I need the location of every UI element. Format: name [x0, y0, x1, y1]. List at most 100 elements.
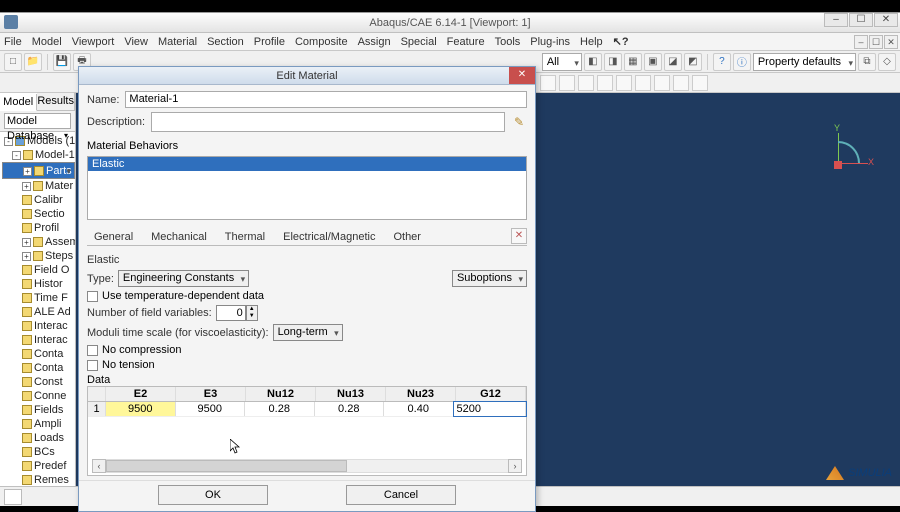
tree-node[interactable]: Conta [2, 347, 75, 361]
col-nu12[interactable]: Nu12 [246, 387, 316, 401]
save-button[interactable]: 💾 [53, 53, 71, 71]
name-input[interactable]: Material-1 [125, 91, 527, 108]
tree-node[interactable]: BCs [2, 445, 75, 459]
fit-icon[interactable] [616, 75, 632, 91]
tree-node[interactable]: ALE Ad [2, 305, 75, 319]
new-button[interactable]: □ [4, 53, 22, 71]
description-input[interactable] [151, 112, 505, 132]
tree-node[interactable]: Conne [2, 389, 75, 403]
spin-down-icon[interactable]: ▼ [247, 313, 257, 320]
delete-behavior-button[interactable]: ✕ [511, 228, 527, 244]
tool-icon[interactable]: ◪ [664, 53, 682, 71]
tool-icon[interactable]: ▣ [644, 53, 662, 71]
model-db-dropdown[interactable]: Model Database [4, 113, 71, 129]
cell-g12[interactable]: 5200 [454, 402, 527, 416]
view-icon[interactable] [692, 75, 708, 91]
tree-node[interactable]: Interac [2, 333, 75, 347]
minimize-button[interactable]: – [824, 13, 848, 27]
tree-node[interactable]: Field O [2, 263, 75, 277]
tree-node[interactable]: Conta [2, 361, 75, 375]
property-defaults-dropdown[interactable]: Property defaults [753, 53, 856, 71]
behaviors-list[interactable]: Elastic [87, 156, 527, 220]
tab-mechanical[interactable]: Mechanical [144, 228, 214, 245]
menu-material[interactable]: Material [158, 36, 197, 48]
cell-nu13[interactable]: 0.28 [315, 402, 385, 416]
dialog-titlebar[interactable]: Edit Material ✕ [79, 67, 535, 85]
scroll-track[interactable] [106, 459, 508, 473]
scroll-thumb[interactable] [106, 460, 347, 472]
cancel-button[interactable]: Cancel [346, 485, 456, 505]
tab-electrical[interactable]: Electrical/Magnetic [276, 228, 382, 245]
tab-thermal[interactable]: Thermal [218, 228, 272, 245]
edit-description-icon[interactable]: ✎ [511, 114, 527, 130]
pan-icon[interactable] [578, 75, 594, 91]
suboptions-button[interactable]: Suboptions [452, 270, 527, 287]
close-button[interactable]: ✕ [874, 13, 898, 27]
type-select[interactable]: Engineering Constants [118, 270, 249, 287]
tool-icon[interactable]: ◧ [584, 53, 602, 71]
tree-node[interactable]: Loads [2, 431, 75, 445]
tray-restore[interactable]: ☐ [869, 35, 883, 49]
cell-nu23[interactable]: 0.40 [384, 402, 454, 416]
tree-node[interactable]: Remes [2, 473, 75, 486]
menu-model[interactable]: Model [32, 36, 62, 48]
col-e2[interactable]: E2 [106, 387, 176, 401]
tree-node[interactable]: Time F [2, 291, 75, 305]
view-icon[interactable] [654, 75, 670, 91]
menu-profile[interactable]: Profile [254, 36, 285, 48]
maximize-button[interactable]: ☐ [849, 13, 873, 27]
menu-view[interactable]: View [124, 36, 148, 48]
menu-file[interactable]: File [4, 36, 22, 48]
tree-node[interactable]: Interac [2, 319, 75, 333]
col-nu13[interactable]: Nu13 [316, 387, 386, 401]
table-hscroll[interactable]: ‹ › [92, 459, 522, 473]
cli-icon[interactable] [4, 489, 22, 505]
scroll-right-icon[interactable]: › [508, 459, 522, 473]
menu-feature[interactable]: Feature [447, 36, 485, 48]
tab-general[interactable]: General [87, 228, 140, 245]
dialog-close-button[interactable]: ✕ [509, 67, 535, 84]
scroll-left-icon[interactable]: ‹ [92, 459, 106, 473]
tree-node[interactable]: Ampli [2, 417, 75, 431]
view-icon[interactable] [673, 75, 689, 91]
ok-button[interactable]: OK [158, 485, 268, 505]
data-table[interactable]: E2 E3 Nu12 Nu13 Nu23 G12 1 9500 9500 0.2… [87, 386, 527, 476]
open-button[interactable]: 📁 [24, 53, 42, 71]
tool-icon[interactable]: ◇ [878, 53, 896, 71]
select-icon[interactable] [540, 75, 556, 91]
tab-model[interactable]: Model [0, 94, 37, 111]
whats-this-icon[interactable]: ↖? [613, 35, 629, 48]
col-nu23[interactable]: Nu23 [386, 387, 456, 401]
tree-node[interactable]: +Mater [2, 179, 75, 193]
tool-icon[interactable]: ⧉ [858, 53, 876, 71]
menu-plugins[interactable]: Plug-ins [530, 36, 570, 48]
tray-minimize[interactable]: – [854, 35, 868, 49]
menu-tools[interactable]: Tools [495, 36, 521, 48]
zoom-icon[interactable] [597, 75, 613, 91]
tree-node[interactable]: Fields [2, 403, 75, 417]
view-icon[interactable] [635, 75, 651, 91]
behavior-item-elastic[interactable]: Elastic [88, 157, 526, 171]
tree-node[interactable]: +Parts [2, 162, 75, 179]
menu-section[interactable]: Section [207, 36, 244, 48]
menu-composite[interactable]: Composite [295, 36, 348, 48]
menu-special[interactable]: Special [401, 36, 437, 48]
tray-close[interactable]: ✕ [884, 35, 898, 49]
tool-icon[interactable]: ◨ [604, 53, 622, 71]
tree-node[interactable]: +Steps [2, 249, 75, 263]
rotate-icon[interactable] [559, 75, 575, 91]
tab-other[interactable]: Other [386, 228, 428, 245]
tool-icon[interactable]: ◩ [684, 53, 702, 71]
model-tree[interactable]: -Models (1)-Model-1+Parts+MaterCalibrSec… [0, 132, 75, 486]
tree-node[interactable]: Predef [2, 459, 75, 473]
tree-node[interactable]: +Assem [2, 235, 75, 249]
use-temperature-checkbox[interactable]: Use temperature-dependent data [87, 290, 527, 302]
no-tension-checkbox[interactable]: No tension [87, 359, 527, 371]
tab-results[interactable]: Results [37, 93, 75, 110]
cell-nu12[interactable]: 0.28 [245, 402, 315, 416]
tree-node[interactable]: -Model-1 [2, 148, 75, 162]
tree-node[interactable]: Const [2, 375, 75, 389]
help-icon[interactable]: ? [713, 53, 731, 71]
tree-node[interactable]: Sectio [2, 207, 75, 221]
menu-assign[interactable]: Assign [358, 36, 391, 48]
